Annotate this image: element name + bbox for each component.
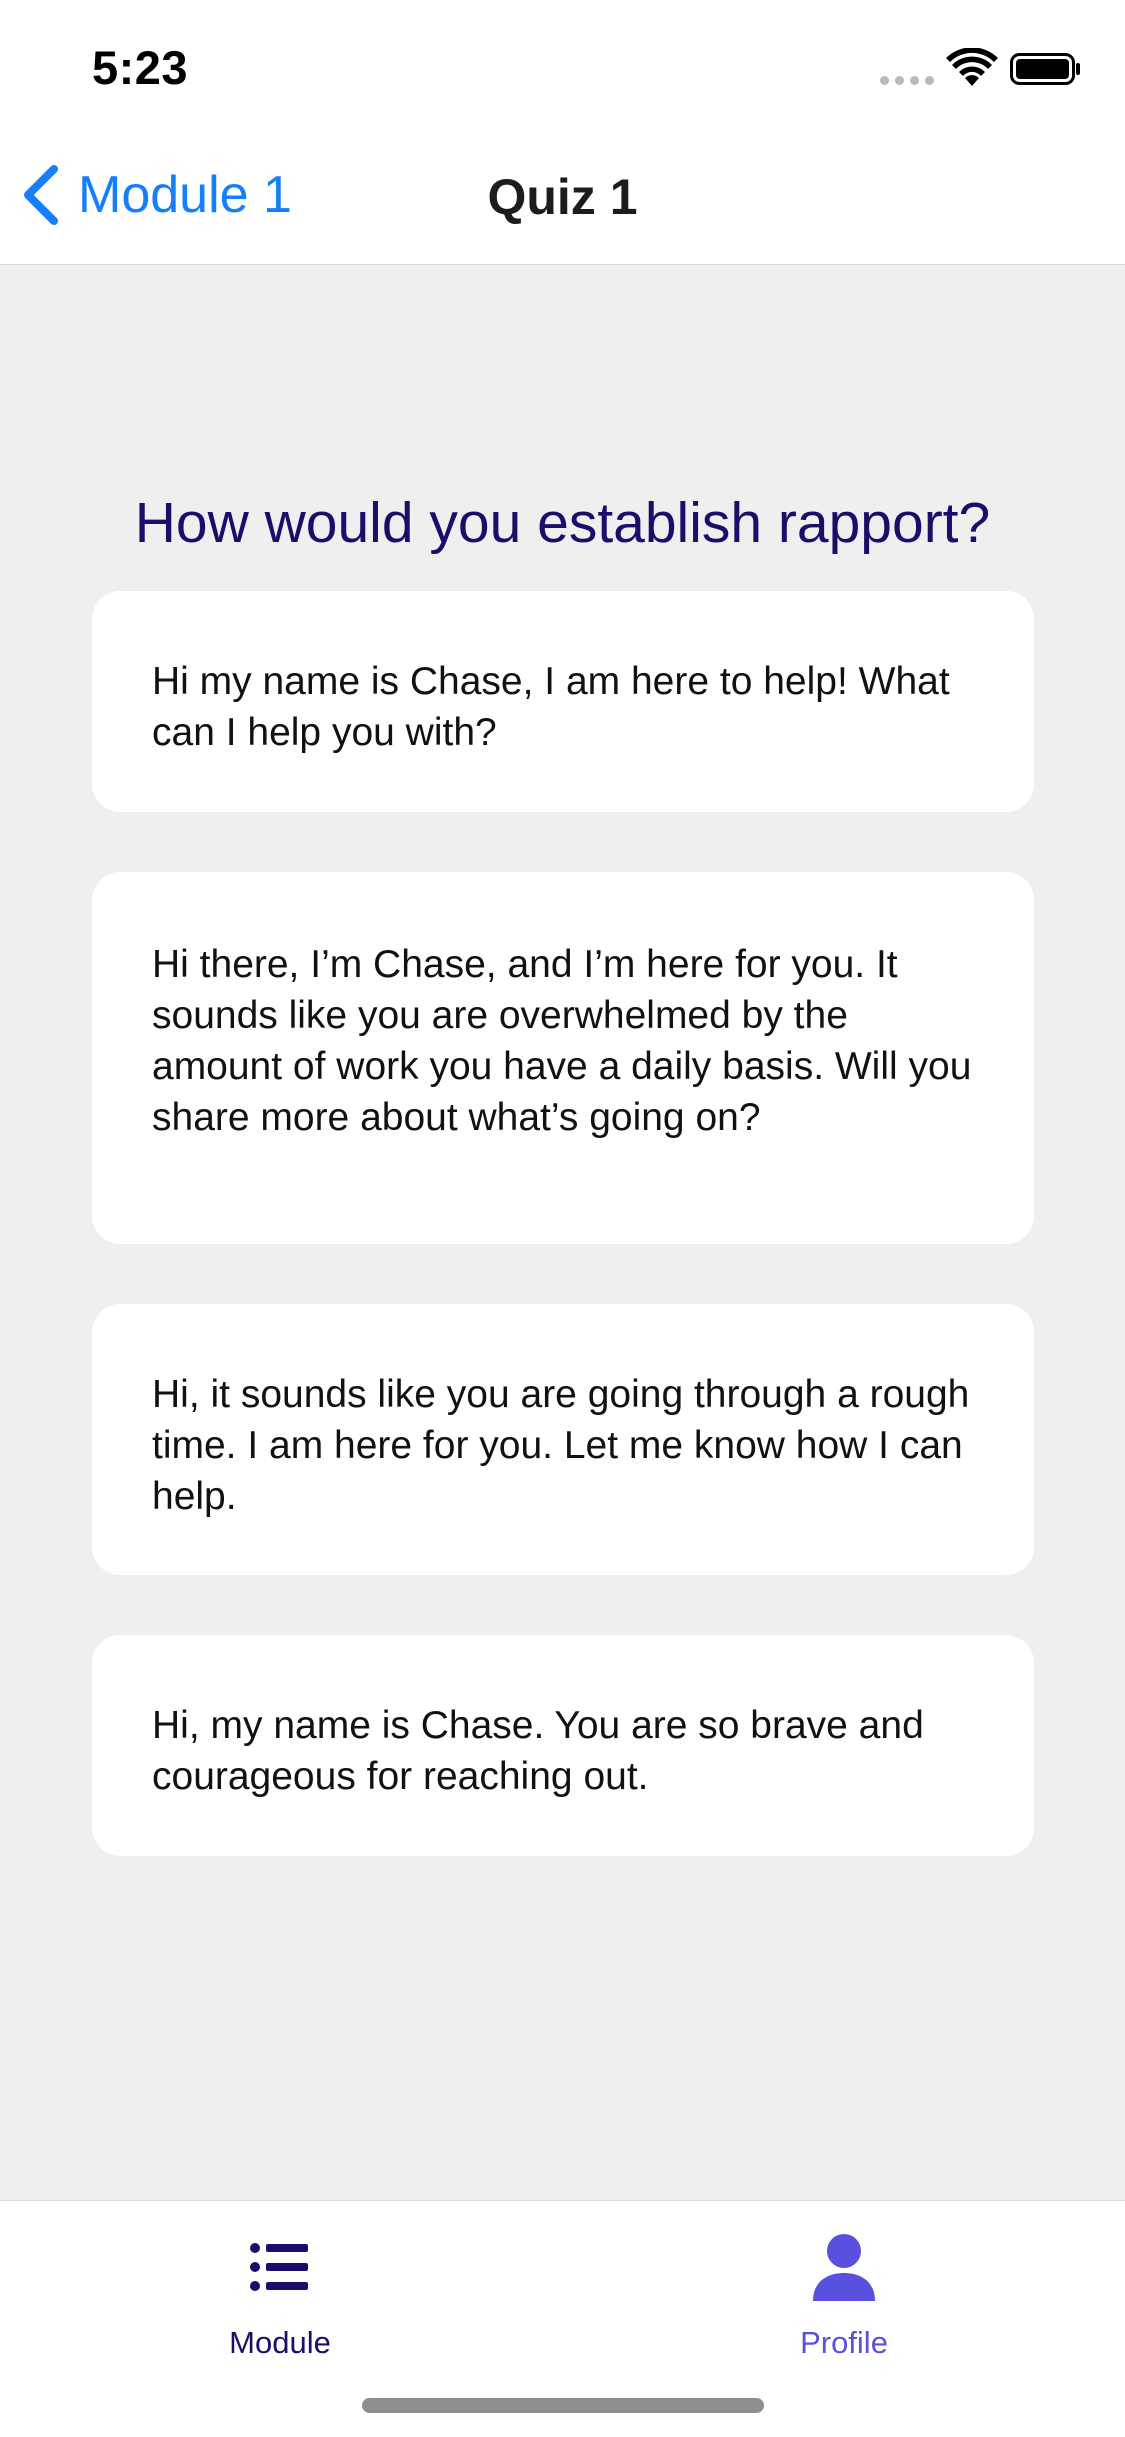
cellular-signal-icon [880, 76, 934, 85]
answer-option-2[interactable]: Hi there, I’m Chase, and I’m here for yo… [92, 872, 1034, 1244]
wifi-icon [946, 48, 998, 86]
battery-icon [1010, 53, 1080, 85]
page-title: Quiz 1 [487, 169, 638, 225]
tab-module-label: Module [229, 2325, 331, 2360]
person-icon [813, 2234, 875, 2301]
answer-list: Hi my name is Chase, I am here to help! … [92, 591, 1034, 1916]
header: 5:23 Module 1 Quiz 1 [0, 0, 1125, 265]
status-time: 5:23 [92, 41, 189, 94]
answer-option-1[interactable]: Hi my name is Chase, I am here to help! … [92, 591, 1034, 812]
tab-profile[interactable]: Profile [694, 2201, 994, 2381]
list-icon [250, 2243, 308, 2291]
quiz-question: How would you establish rapport? [134, 491, 991, 555]
tab-profile-label: Profile [800, 2325, 888, 2360]
answer-option-4[interactable]: Hi, my name is Chase. You are so brave a… [92, 1635, 1034, 1856]
home-indicator [362, 2398, 764, 2413]
answer-option-3[interactable]: Hi, it sounds like you are going through… [92, 1304, 1034, 1575]
tab-module[interactable]: Module [130, 2201, 430, 2381]
